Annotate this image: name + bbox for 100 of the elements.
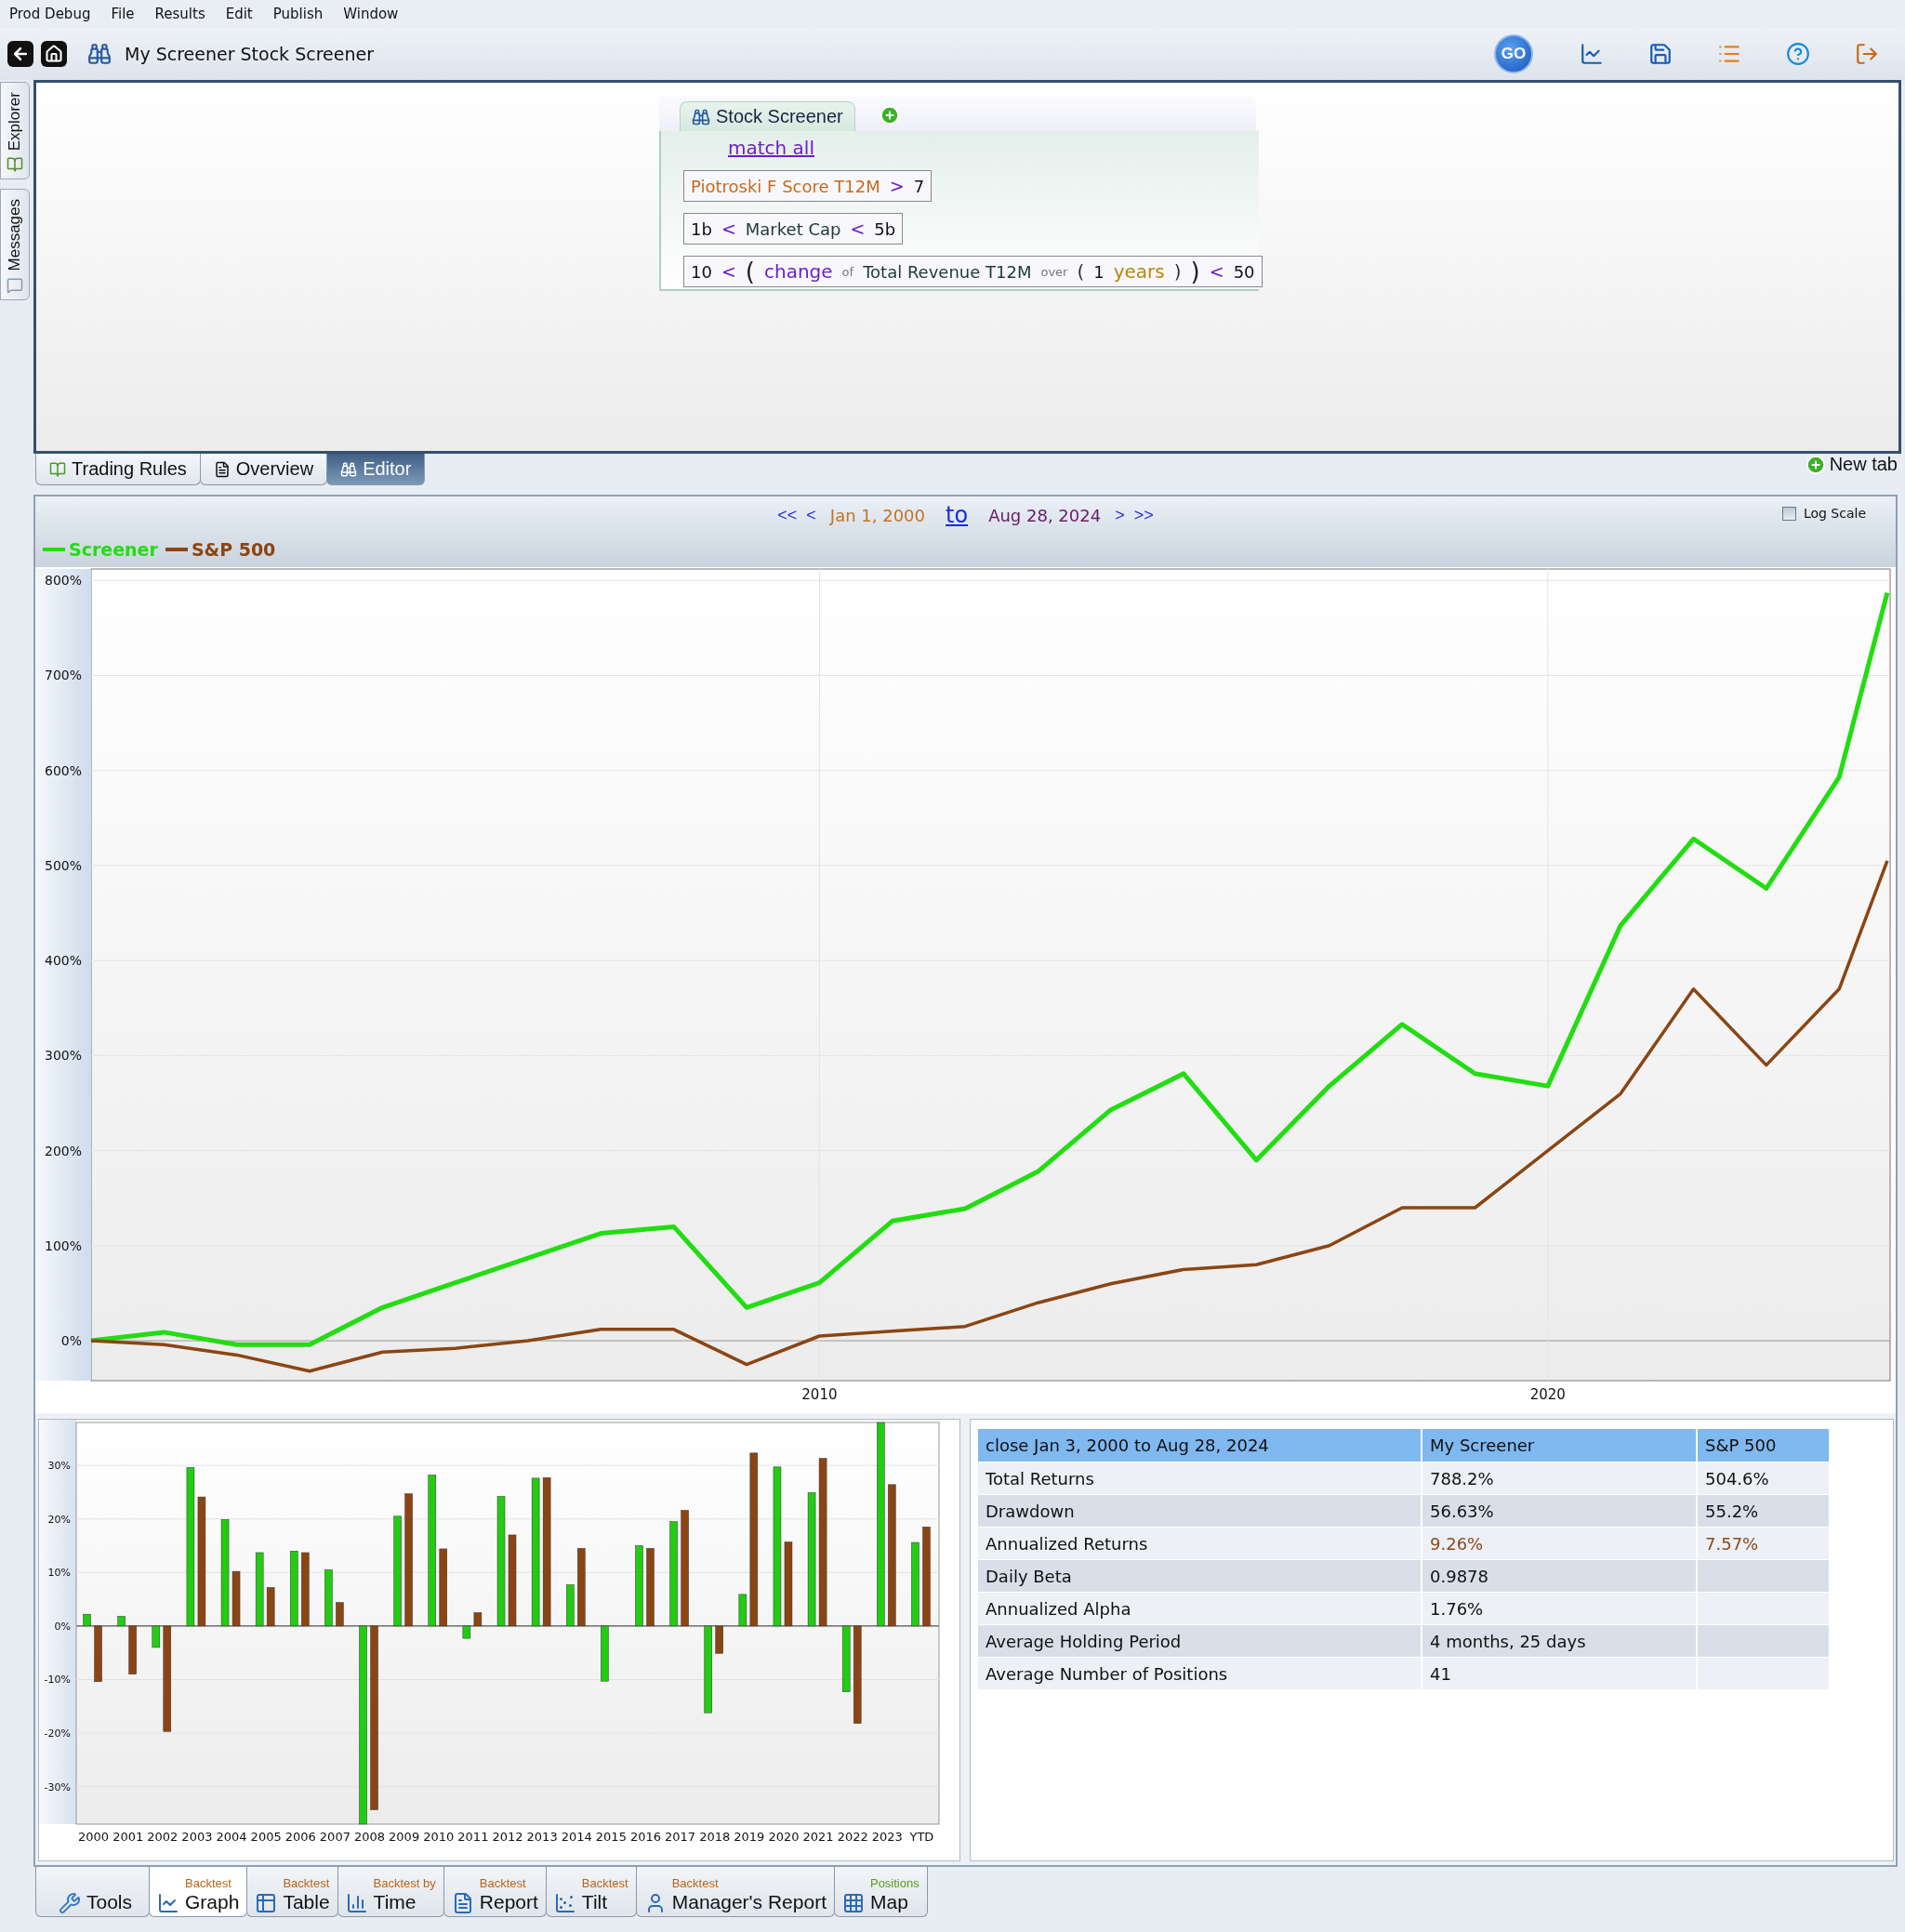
menu-item[interactable]: File [111, 6, 135, 22]
nav-back-button[interactable]: << [776, 505, 799, 525]
bottom-tab[interactable]: Tools [35, 1867, 151, 1917]
home-button[interactable] [41, 41, 67, 67]
x-tick-label: 2010 [801, 1386, 838, 1403]
side-tab[interactable]: Explorer [0, 82, 30, 180]
menu-item[interactable]: Window [343, 6, 399, 22]
x-tick-label: 2005 [250, 1830, 282, 1844]
match-link[interactable]: match all [728, 137, 814, 159]
x-tick-label: 2000 [78, 1830, 110, 1844]
side-tab[interactable]: Messages [0, 189, 30, 300]
document-icon [213, 460, 231, 478]
y-tick-label: 800% [44, 573, 82, 589]
bottom-tab[interactable]: Backtest Report [443, 1867, 547, 1917]
column-header: My Screener [1422, 1429, 1697, 1462]
log-scale-checkbox[interactable] [1781, 506, 1796, 521]
view-tab[interactable]: Editor [326, 454, 426, 485]
y-tick-label: 300% [44, 1048, 82, 1064]
x-tick-label: 2022 [837, 1830, 868, 1844]
bottom-tab[interactable]: Backtest Table [246, 1867, 338, 1917]
x-tick-label: 2007 [319, 1830, 351, 1844]
legend-item: S&P 500 [165, 539, 276, 560]
x-tick-label: 2014 [561, 1830, 592, 1844]
rule-token: Piotroski F Score T12M [691, 176, 880, 196]
rule-token: 7 [913, 176, 925, 196]
back-button[interactable] [7, 41, 33, 67]
bottom-tab[interactable]: Backtest Tilt [545, 1867, 637, 1917]
table-cell: Average Number of Positions [978, 1657, 1422, 1689]
table-cell: Total Returns [978, 1462, 1422, 1495]
home-icon [45, 45, 63, 63]
y-tick-label: 600% [44, 762, 82, 778]
add-icon[interactable] [879, 105, 900, 126]
x-tick-label: 2023 [871, 1830, 903, 1844]
x-tick-label: 2009 [389, 1830, 420, 1844]
nav-forward-button[interactable]: > [1114, 505, 1126, 525]
x-tick-label: 2002 [147, 1830, 179, 1844]
y-tick-label: 20% [47, 1513, 71, 1526]
end-date[interactable]: Aug 28, 2024 [983, 505, 1107, 525]
y-tick-label: 10% [47, 1567, 71, 1580]
table-cell: 56.63% [1422, 1494, 1697, 1528]
book-icon [49, 460, 66, 478]
x-tick-label: 2016 [629, 1830, 662, 1844]
nav-forward-button[interactable]: >> [1132, 505, 1155, 525]
table-cell: 788.2% [1422, 1462, 1697, 1495]
table-cell: Annualized Returns [978, 1527, 1422, 1560]
table-icon [255, 1892, 278, 1914]
rule-token: 10 [691, 261, 712, 282]
to-link[interactable]: to [938, 502, 976, 528]
bottom-tab[interactable]: Positions Map [833, 1867, 928, 1917]
bottom-tab[interactable]: Backtest by Time [337, 1867, 444, 1917]
table-cell: 4 months, 25 days [1422, 1624, 1697, 1658]
menu-item[interactable]: Publish [272, 6, 324, 22]
grid-icon [841, 1892, 865, 1914]
rule-token: Market Cap [745, 218, 841, 239]
y-tick-label: -20% [44, 1727, 71, 1740]
x-tick-label: 2011 [457, 1830, 489, 1844]
view-tab[interactable]: Overview [199, 454, 328, 485]
column-header: close Jan 3, 2000 to Aug 28, 2024 [978, 1429, 1422, 1462]
rule-token: 1 [1093, 261, 1105, 282]
view-tab[interactable]: Trading Rules [35, 454, 201, 485]
menu-item[interactable]: Results [154, 6, 205, 22]
x-tick-label: 2020 [768, 1830, 800, 1844]
help-icon[interactable] [1784, 40, 1812, 68]
plus-icon [1805, 454, 1826, 475]
book-icon [7, 156, 23, 174]
rule-token: over [1040, 264, 1068, 279]
table-cell: 41 [1422, 1657, 1697, 1689]
x-tick-label: YTD [909, 1830, 934, 1844]
rule-token: ( [1077, 260, 1085, 283]
rule-token: < [850, 218, 866, 239]
screener-tab[interactable]: Stock Screener [680, 101, 855, 131]
table-cell: 1.76% [1422, 1592, 1697, 1625]
table-cell: 504.6% [1697, 1462, 1830, 1495]
y-tick-label: 500% [44, 857, 82, 873]
x-tick-label: 2003 [181, 1830, 213, 1844]
rule-token: Total Revenue T12M [863, 261, 1032, 282]
table-cell: Average Holding Period [978, 1624, 1422, 1658]
message-icon [7, 276, 23, 294]
y-tick-label: 0% [60, 1333, 82, 1349]
rule-token: change [764, 260, 833, 283]
menu-item[interactable]: Prod Debug [9, 6, 91, 22]
y-tick-label: 700% [44, 668, 82, 683]
x-tick-label: 2018 [699, 1830, 731, 1844]
y-tick-label: 100% [44, 1237, 82, 1253]
x-tick-label: 2010 [423, 1830, 455, 1844]
y-tick-label: -10% [44, 1674, 71, 1687]
bottom-tab[interactable]: Backtest Manager's Report [635, 1867, 835, 1917]
rule-token: of [841, 264, 854, 279]
table-cell: 55.2% [1697, 1494, 1830, 1528]
binoculars-icon [692, 107, 710, 126]
bottom-tab[interactable]: Backtest Graph [149, 1867, 248, 1917]
rule-token: ( [745, 261, 755, 282]
y-tick-label: 30% [47, 1460, 71, 1473]
bar-chart-icon [345, 1892, 368, 1914]
table-cell: 7.57% [1697, 1527, 1830, 1560]
menu-item[interactable]: Edit [225, 6, 253, 22]
new-tab-button[interactable]: New tab [1801, 454, 1901, 475]
y-tick-label: 200% [44, 1143, 82, 1158]
x-tick-label: 2017 [665, 1830, 696, 1844]
nav-back-button[interactable]: < [805, 505, 817, 525]
